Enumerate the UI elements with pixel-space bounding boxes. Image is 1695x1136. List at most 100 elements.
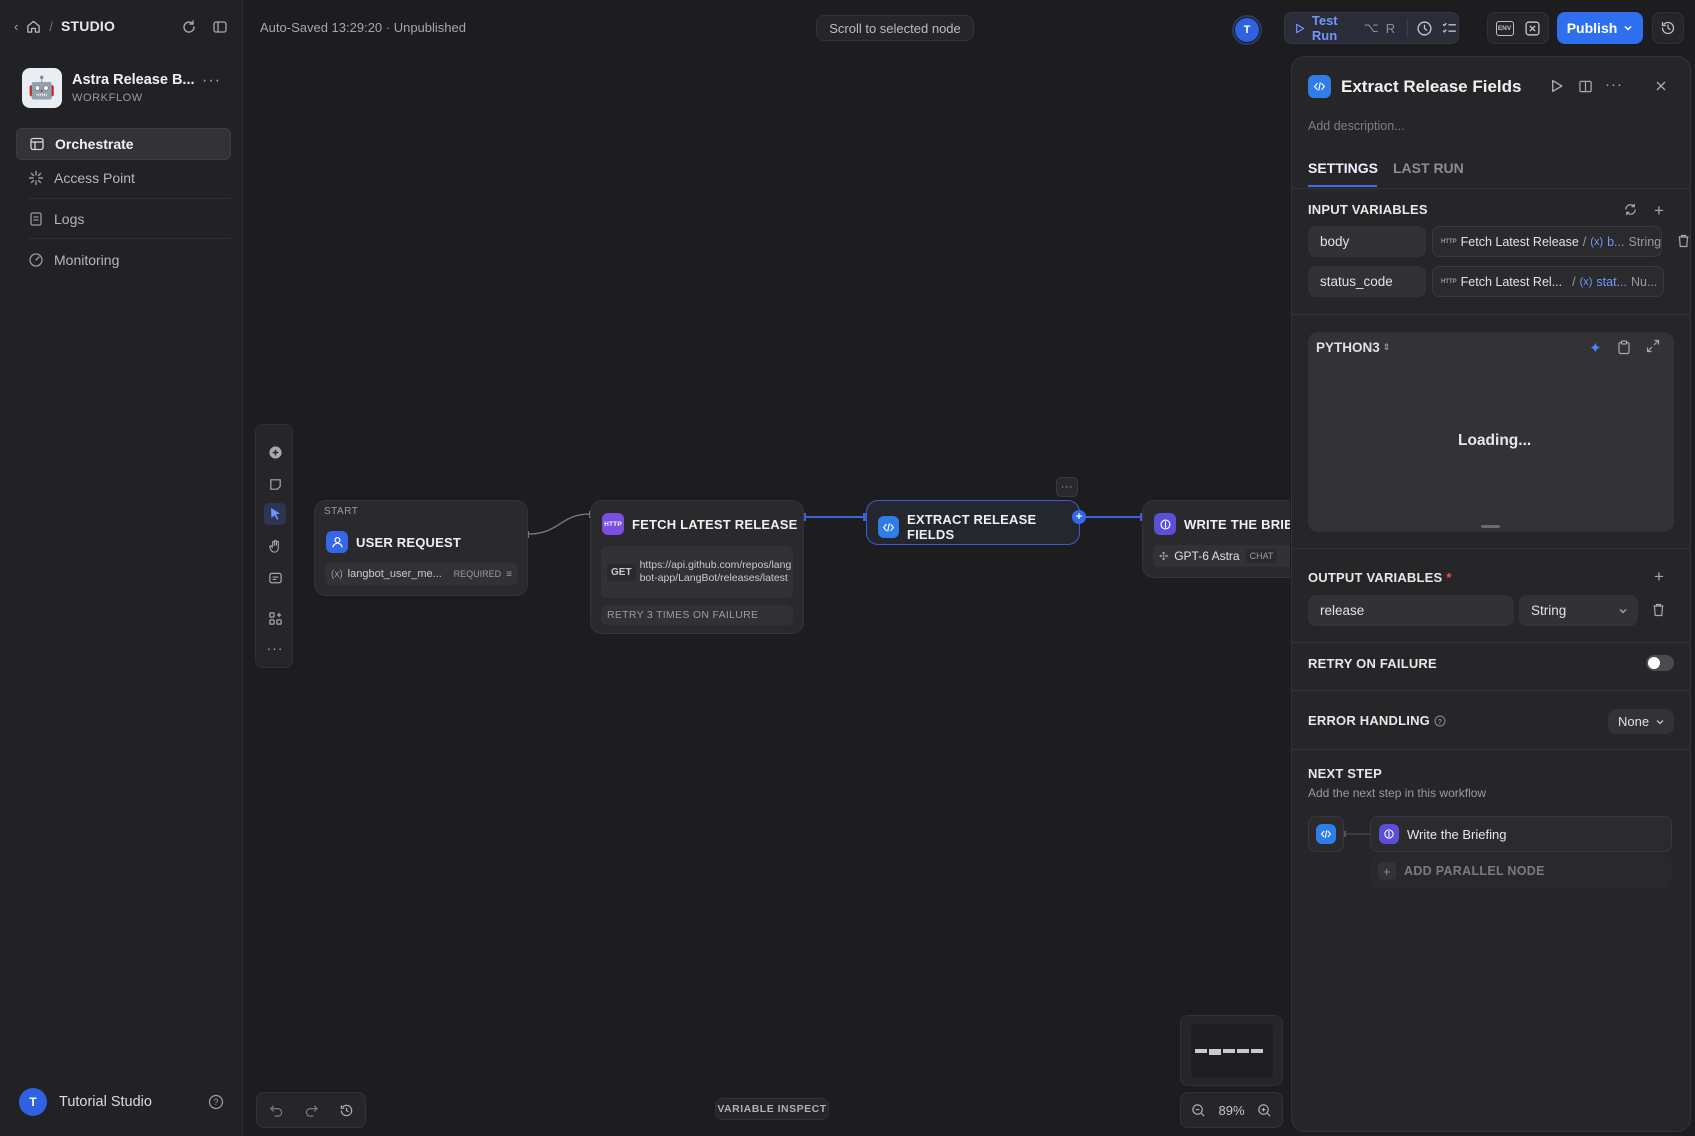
code-icon (1308, 75, 1331, 98)
svg-text:?: ? (1438, 718, 1442, 725)
minimap-node-fetch (1209, 1049, 1221, 1055)
help-icon[interactable]: ? (208, 1094, 224, 1110)
publish-button[interactable]: Publish (1557, 12, 1643, 44)
delete-output-icon[interactable] (1652, 603, 1665, 617)
panel-more-icon[interactable]: ··· (1605, 76, 1623, 93)
variable-icon[interactable] (1524, 20, 1541, 37)
redo-icon[interactable] (304, 1103, 319, 1118)
minimap[interactable] (1180, 1015, 1283, 1086)
expand-icon[interactable] (1646, 339, 1660, 353)
test-run-group: Test Run ⌥ R (1284, 12, 1459, 44)
user-account[interactable]: T Tutorial Studio (19, 1088, 229, 1116)
undo-redo-group (256, 1092, 366, 1128)
checklist-history-icon[interactable] (1416, 20, 1433, 37)
input-variable-source[interactable]: HTTP Fetch Latest Release / (x) b... Str… (1432, 226, 1662, 257)
start-node[interactable]: START USER REQUEST (x) langbot_user_me..… (314, 500, 528, 596)
variable-type: String (1628, 234, 1662, 249)
undo-icon[interactable] (269, 1103, 284, 1118)
minimap-node-extract (1223, 1049, 1235, 1053)
add-parallel-node-button[interactable]: + ADD PARALLEL NODE (1370, 854, 1672, 888)
model-tag: CHAT (1245, 549, 1278, 563)
delete-icon[interactable] (1677, 234, 1690, 248)
shortcut-key: R (1385, 20, 1396, 36)
node-kicker: START (324, 506, 359, 517)
next-node-item[interactable]: Write the Briefing (1370, 816, 1672, 852)
panel-title[interactable]: Extract Release Fields (1341, 77, 1521, 97)
info-icon[interactable]: ? (1434, 715, 1446, 727)
canvas-history-icon[interactable] (339, 1103, 354, 1118)
retry-summary: RETRY 3 TIMES ON FAILURE (601, 605, 793, 625)
version-history-button[interactable] (1652, 12, 1684, 44)
tab-settings[interactable]: SETTINGS (1308, 160, 1378, 176)
error-handling-select[interactable]: None (1608, 709, 1674, 734)
language-select[interactable]: PYTHON3 ⇕ (1316, 340, 1390, 355)
resize-handle[interactable] (1481, 525, 1500, 528)
user-name: Tutorial Studio (59, 1094, 152, 1110)
output-variable-name[interactable]: release (1308, 595, 1514, 626)
node-header: EXTRACT RELEASE FIELDS (878, 512, 1079, 542)
http-url: https://api.github.com/repos/langbot-app… (639, 559, 792, 584)
retry-toggle[interactable] (1646, 655, 1674, 671)
model-name: GPT-6 Astra (1174, 549, 1240, 563)
minimap-node-start (1195, 1049, 1207, 1053)
output-variable-type-select[interactable]: String (1519, 595, 1638, 626)
llm-icon (1379, 824, 1399, 844)
chevron-down-icon (1624, 25, 1632, 31)
variable-prefix: (x) (1590, 235, 1604, 248)
description-input[interactable]: Add description... (1308, 119, 1405, 133)
error-handling-value: None (1618, 714, 1650, 729)
write-briefing-node[interactable]: WRITE THE BRIEFIN ✣ GPT-6 Astra CHAT (1142, 500, 1290, 578)
chevron-down-icon (1656, 719, 1664, 724)
add-next-node-icon[interactable]: + (1072, 510, 1086, 524)
input-variable-name[interactable]: status_code (1308, 266, 1426, 297)
split-view-icon[interactable] (1578, 79, 1593, 94)
next-step-hint: Add the next step in this workflow (1308, 786, 1487, 800)
section-divider (1292, 548, 1690, 549)
input-variables-label: INPUT VARIABLES (1308, 202, 1428, 217)
divider (1407, 19, 1408, 37)
source-variable: stat... (1596, 274, 1627, 289)
test-run-button[interactable]: Test Run ⌥ R (1295, 13, 1395, 43)
shortcut-alt: ⌥ (1363, 20, 1379, 35)
add-output-variable-icon[interactable]: + (1654, 567, 1664, 587)
node-more-icon[interactable]: ··· (1056, 477, 1078, 497)
run-node-icon[interactable] (1550, 79, 1564, 93)
variable-inspect-button[interactable]: VARIABLE INSPECT (715, 1098, 829, 1120)
node-header: USER REQUEST (326, 531, 461, 553)
tab-last-run[interactable]: LAST RUN (1393, 160, 1464, 176)
type-value: String (1531, 603, 1567, 618)
user-avatar: T (19, 1088, 47, 1116)
path-separator: / (1572, 274, 1576, 289)
input-variable-name[interactable]: body (1308, 226, 1426, 257)
zoom-out-icon[interactable] (1191, 1103, 1206, 1118)
chevron-down-icon (1619, 608, 1627, 613)
http-badge-icon: HTTP (1441, 278, 1457, 285)
zoom-in-icon[interactable] (1257, 1103, 1272, 1118)
output-variables-label: OUTPUT VARIABLES (1308, 570, 1443, 585)
svg-text:?: ? (213, 1097, 218, 1107)
checklist-icon[interactable] (1441, 20, 1458, 37)
copy-icon[interactable] (1617, 340, 1631, 355)
fetch-release-node[interactable]: HTTP FETCH LATEST RELEASE GET https://ap… (590, 500, 804, 634)
sync-icon[interactable] (1623, 202, 1638, 217)
model-icon: ✣ (1159, 550, 1169, 563)
http-icon: HTTP (602, 513, 624, 535)
history-icon (1661, 21, 1675, 35)
required-tag: REQUIRED (453, 569, 502, 579)
code-icon (878, 516, 899, 538)
variable-type: Nu... (1631, 274, 1658, 289)
node-header: HTTP FETCH LATEST RELEASE (602, 513, 798, 535)
extract-release-fields-node[interactable]: EXTRACT RELEASE FIELDS (866, 500, 1080, 545)
add-input-variable-icon[interactable]: + (1654, 201, 1664, 221)
language-label: PYTHON3 (1316, 340, 1380, 355)
node-header: WRITE THE BRIEFIN (1154, 513, 1290, 535)
section-divider (1292, 690, 1690, 691)
sparkle-icon[interactable]: ✦ (1589, 339, 1602, 357)
env-group: ENV (1487, 12, 1549, 44)
current-node-chip (1308, 816, 1344, 852)
path-separator: / (1582, 234, 1587, 249)
env-icon[interactable]: ENV (1495, 20, 1514, 36)
input-variable-source[interactable]: HTTP Fetch Latest Rel... / (x) stat... N… (1432, 266, 1664, 297)
zoom-level[interactable]: 89% (1218, 1103, 1244, 1118)
close-icon[interactable] (1654, 79, 1668, 93)
